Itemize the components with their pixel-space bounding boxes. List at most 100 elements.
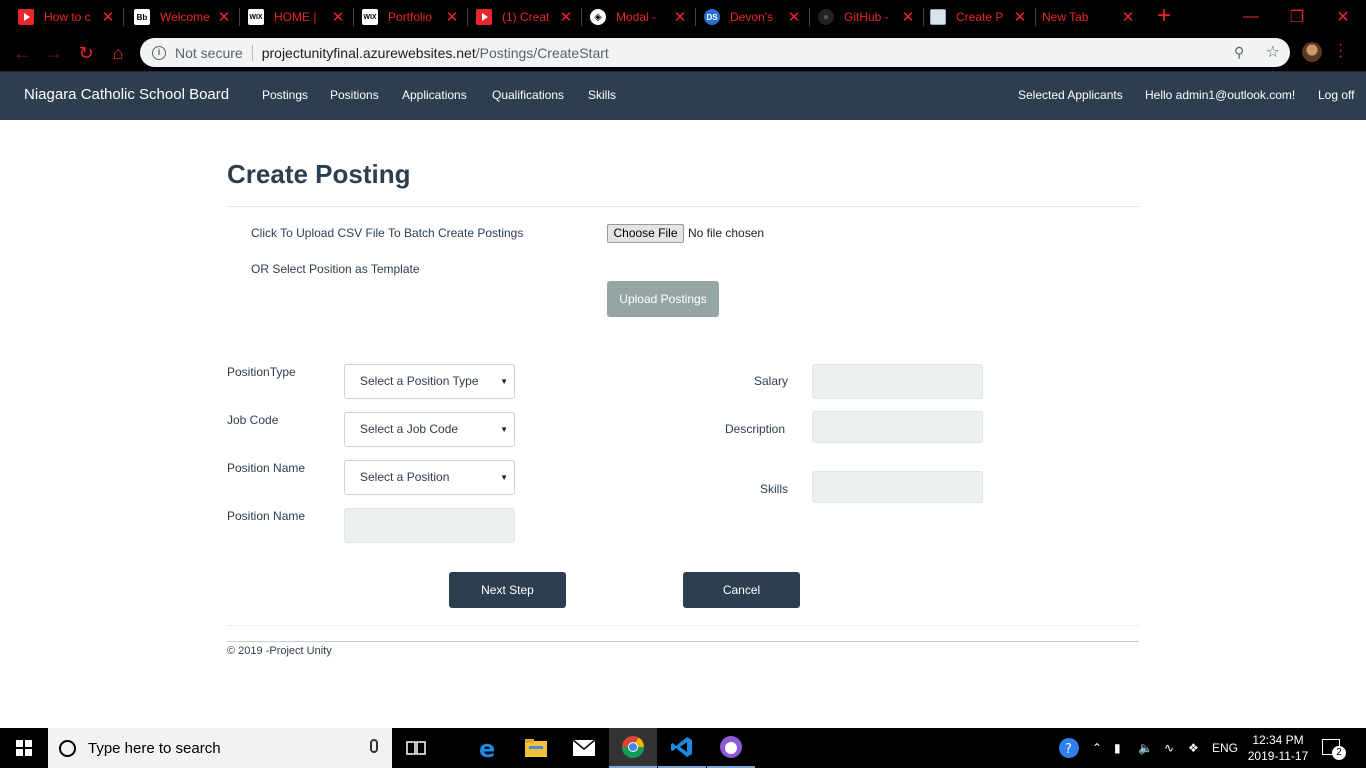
window-close-icon[interactable]: ✕: [1320, 0, 1366, 34]
browser-tab[interactable]: Bb Welcome ✕: [116, 0, 240, 34]
cancel-button[interactable]: Cancel: [683, 572, 800, 608]
dropbox-icon[interactable]: ❖: [1188, 728, 1199, 768]
address-bar[interactable]: i Not secure projectunityfinal.azurewebs…: [140, 38, 1290, 67]
caret-down-icon: ▼: [500, 473, 508, 482]
notification-count: 2: [1332, 746, 1346, 760]
nav-log-off[interactable]: Log off: [1318, 88, 1354, 102]
nav-postings[interactable]: Postings: [262, 88, 308, 102]
csv-upload-label: Click To Upload CSV File To Batch Create…: [251, 226, 524, 240]
task-view-icon[interactable]: [392, 728, 440, 768]
zoom-icon[interactable]: ⚲: [1234, 44, 1250, 60]
browser-tab[interactable]: ● GitHub - ✕: [800, 0, 924, 34]
chrome-icon[interactable]: [609, 728, 657, 768]
tab-title: Portfolio: [388, 10, 433, 24]
caret-down-icon: ▼: [500, 377, 508, 386]
codepen-icon: ◈: [590, 9, 606, 25]
template-label: OR Select Position as Template: [251, 262, 420, 276]
tab-title: Create P: [956, 10, 1004, 24]
tab-title: Devon's: [730, 10, 773, 24]
svg-text:?: ?: [1065, 742, 1072, 757]
ds-icon: DS: [704, 9, 720, 25]
restore-icon[interactable]: ❐: [1274, 0, 1320, 34]
job-code-label: Job Code: [227, 413, 279, 427]
browser-tab[interactable]: WIX Portfolio ✕: [344, 0, 468, 34]
next-step-button[interactable]: Next Step: [449, 572, 566, 608]
browser-tab[interactable]: WIX HOME | ✕: [230, 0, 354, 34]
taskbar-search[interactable]: Type here to search: [48, 728, 392, 768]
new-tab-button[interactable]: +: [1152, 4, 1176, 29]
file-status: No file chosen: [688, 226, 765, 240]
help-icon[interactable]: ?: [1058, 728, 1080, 768]
position-name-label: Position Name: [227, 461, 306, 475]
skills-input[interactable]: [812, 471, 983, 503]
browser-tab-active[interactable]: Create P ✕: [912, 0, 1036, 34]
forward-icon[interactable]: →: [42, 41, 66, 65]
position-name-select[interactable]: Select a Position ▼: [344, 460, 515, 495]
browser-tab[interactable]: ◈ Modal - ✕: [572, 0, 696, 34]
microphone-icon[interactable]: [370, 739, 378, 753]
tab-title: (1) Creat: [502, 10, 550, 24]
cortana-icon: [59, 739, 76, 757]
browser-tab[interactable]: (1) Creat ✕: [458, 0, 582, 34]
taskbar-clock[interactable]: 12:34 PM 2019-11-17: [1244, 732, 1312, 764]
browser-tab[interactable]: How to c ✕: [0, 0, 124, 34]
chevron-up-icon[interactable]: ⌃: [1092, 728, 1102, 768]
file-explorer-icon[interactable]: [512, 728, 560, 768]
select-value: Select a Position: [360, 470, 450, 484]
nav-applications[interactable]: Applications: [402, 88, 467, 102]
position-name-input[interactable]: [344, 508, 515, 543]
position-type-label: PositionType: [227, 365, 296, 379]
site-brand[interactable]: Niagara Catholic School Board: [24, 86, 229, 103]
url-host: projectunityfinal.azurewebsites.net: [261, 44, 476, 61]
language-indicator[interactable]: ENG: [1212, 728, 1238, 768]
volume-icon[interactable]: 🔈: [1138, 728, 1153, 768]
profile-avatar[interactable]: [1302, 42, 1322, 62]
start-button[interactable]: [0, 728, 48, 768]
blackboard-icon: Bb: [134, 9, 150, 25]
position-name-text-label: Position Name: [227, 509, 306, 523]
info-icon[interactable]: i: [152, 45, 166, 60]
bookmark-star-icon[interactable]: ☆: [1266, 42, 1280, 62]
salary-input[interactable]: [812, 364, 983, 399]
job-code-select[interactable]: Select a Job Code ▼: [344, 412, 515, 447]
minimize-icon[interactable]: —: [1228, 0, 1274, 34]
edge-icon[interactable]: e: [464, 728, 512, 768]
tab-title: New Tab: [1042, 10, 1089, 24]
tab-title: Welcome: [160, 10, 210, 24]
select-value: Select a Position Type: [360, 374, 479, 388]
nav-qualifications[interactable]: Qualifications: [492, 88, 564, 102]
close-tab-icon[interactable]: ✕: [98, 8, 118, 26]
tab-title: Modal -: [616, 10, 657, 24]
nav-user-greeting[interactable]: Hello admin1@outlook.com!: [1145, 88, 1295, 102]
clock-time: 12:34 PM: [1252, 733, 1304, 747]
back-icon[interactable]: ←: [10, 41, 34, 65]
home-icon[interactable]: ⌂: [106, 41, 130, 65]
browser-tab[interactable]: New Tab ✕: [1024, 0, 1144, 34]
nav-skills[interactable]: Skills: [588, 88, 616, 102]
mail-icon[interactable]: [560, 728, 608, 768]
browser-tab[interactable]: DS Devon's ✕: [686, 0, 810, 34]
wifi-icon[interactable]: ∿: [1164, 728, 1174, 768]
upload-postings-button[interactable]: Upload Postings: [607, 281, 719, 317]
skills-label: Skills: [760, 482, 789, 496]
browser-tab-strip: How to c ✕ Bb Welcome ✕ WIX HOME | ✕ WIX…: [0, 0, 1366, 34]
nav-selected-applicants[interactable]: Selected Applicants: [1018, 88, 1123, 102]
vscode-icon[interactable]: [658, 728, 706, 768]
url-path: /Postings/CreateStart: [475, 44, 609, 61]
footer-divider: [227, 641, 1139, 642]
nav-positions[interactable]: Positions: [330, 88, 379, 102]
description-input[interactable]: [812, 411, 983, 443]
browser-menu-icon[interactable]: · · ·: [1338, 37, 1343, 65]
divider: [227, 625, 1139, 626]
salary-label: Salary: [754, 374, 789, 388]
youtube-icon: [476, 9, 492, 25]
wix-icon: WIX: [362, 9, 378, 25]
close-tab-icon[interactable]: ✕: [1118, 8, 1138, 26]
choose-file-button[interactable]: Choose File: [607, 224, 684, 243]
reload-icon[interactable]: ↻: [74, 41, 98, 65]
tab-title: HOME |: [274, 10, 317, 24]
battery-icon[interactable]: ▮: [1114, 728, 1121, 768]
app-icon[interactable]: [707, 728, 755, 768]
tab-title: How to c: [44, 10, 91, 24]
position-type-select[interactable]: Select a Position Type ▼: [344, 364, 515, 399]
